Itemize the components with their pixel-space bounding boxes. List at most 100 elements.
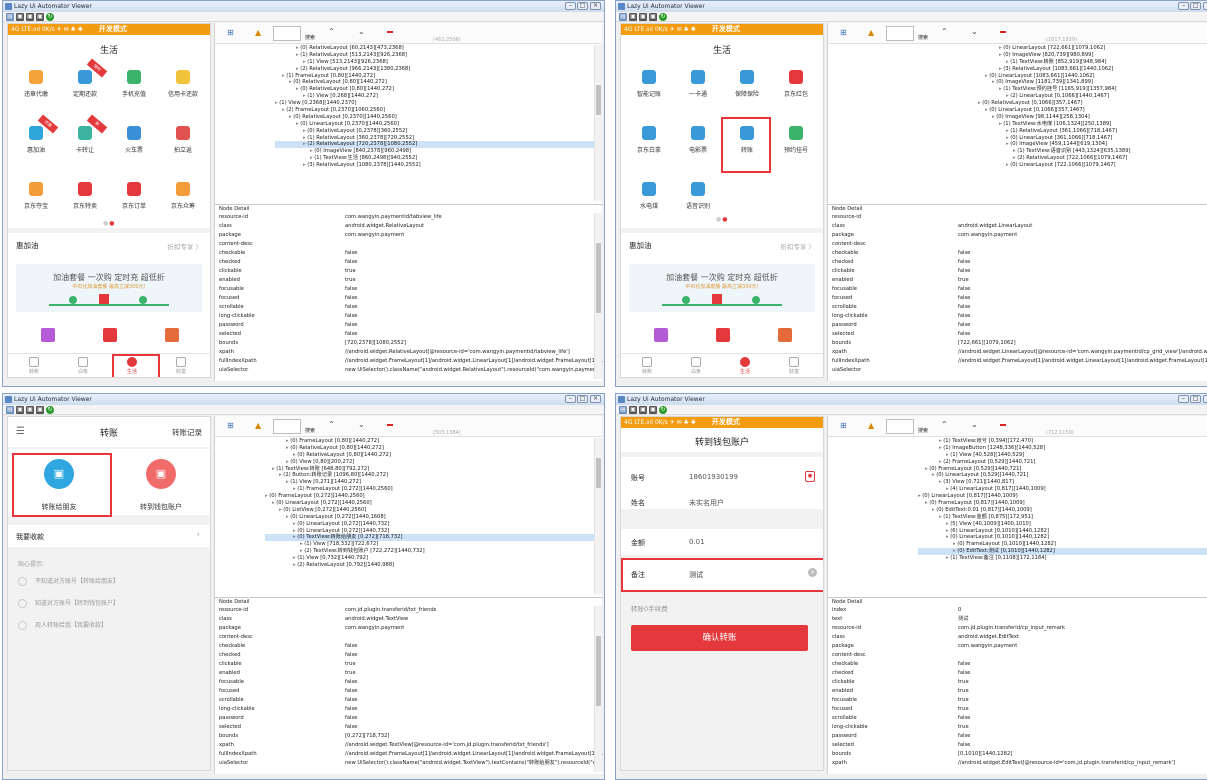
tree-node[interactable]: ▸ (0) LinearLayout [0,272][1440,732] [265, 521, 595, 528]
detail-value[interactable]: false [958, 714, 970, 723]
open-icon[interactable]: ▤ [6, 406, 14, 414]
detail-value[interactable]: android.widget.LinearLayout [958, 222, 1032, 231]
tree-scrollbar[interactable] [594, 438, 602, 594]
nav-item[interactable]: 转账 [14, 357, 54, 375]
open-icon[interactable]: ▤ [619, 406, 627, 414]
warning-icon[interactable]: ▲ [868, 28, 874, 37]
detail-value[interactable]: android.widget.TextView [345, 615, 408, 624]
detail-value[interactable]: [0,1010][1440,1282] [958, 750, 1012, 759]
tree-node[interactable]: ▸ (0) LinearLayout [0,817][1440,1009] [918, 493, 1207, 500]
close-button[interactable]: × [1203, 2, 1207, 10]
detail-value[interactable]: true [958, 723, 969, 732]
promo-packet[interactable] [703, 328, 743, 350]
detail-value[interactable]: true [345, 669, 356, 678]
up-icon[interactable]: ⌃ [328, 27, 335, 36]
tree-node[interactable]: ▸ (1) View [0,2368][1440,2370] [275, 100, 595, 107]
tree-node[interactable]: ▸ (0) LinearLayout [722,1066][1079,1467] [978, 162, 1207, 169]
device-icon[interactable]: ▣ [639, 13, 647, 21]
screenshot-icon[interactable]: ▣ [16, 406, 24, 414]
wallet-transfer-button[interactable]: ▣ 转到钱包账户 [110, 449, 210, 515]
detail-value[interactable]: com.wangyin.payment [345, 624, 404, 633]
detail-value[interactable]: false [958, 732, 970, 741]
nav-item[interactable]: 生活 [725, 357, 765, 375]
tree-node[interactable]: ▸ (1) View [0,271][1440,272] [265, 479, 595, 486]
tree-node[interactable]: ▸ (1) TextView:语音识别 [443,1324][635,1389] [978, 148, 1207, 155]
tree-node[interactable]: ▸ (0) RelativeLayout [0,80][1440,272] [275, 86, 595, 93]
detail-value[interactable]: false [345, 312, 357, 321]
detail-value[interactable]: false [345, 678, 357, 687]
detail-value[interactable]: //android.widget.TextView[@resource-id='… [345, 741, 549, 750]
tree-node[interactable]: ▸ (0) View [0,80][200,272] [265, 459, 595, 466]
device-icon[interactable]: ▣ [639, 406, 647, 414]
search-input[interactable] [886, 419, 914, 434]
detail-value[interactable]: false [345, 249, 357, 258]
promo-bag[interactable] [765, 328, 805, 350]
tree-node[interactable]: ▸ (2) RelativeLayout [0,792][1440,988] [265, 562, 595, 569]
tree-node[interactable]: ▸ (4) LinearLayout [0,817][1440,1009] [918, 486, 1207, 493]
tree-node[interactable]: ▸ (1) TextView:备注 [0,1108][172,1184] [918, 555, 1207, 562]
detail-value[interactable]: com.wangyin.payment [958, 642, 1017, 651]
detail-value[interactable]: false [345, 687, 357, 696]
detail-value[interactable]: //android.widget.LinearLayout[@resource-… [958, 348, 1207, 357]
tree-node[interactable]: ▸ (2) RelativeLayout [722,1066][1079,146… [978, 155, 1207, 162]
detail-value[interactable]: com.jd.plugin.transferid/cp_input_remark [958, 624, 1065, 633]
tree-node[interactable]: ▸ (1) FrameLayout [0,80][1440,272] [275, 73, 595, 80]
maximize-button[interactable]: □ [1190, 2, 1201, 10]
detail-value[interactable]: true [345, 660, 356, 669]
tree-node[interactable]: ▸ (0) FrameLayout [0,272][1440,2560] [265, 493, 595, 500]
tree-node[interactable]: ▸ (0) EditText:0.01 [0,817][1440,1009] [918, 507, 1207, 514]
detail-value[interactable]: android.widget.RelativeLayout [345, 222, 424, 231]
nav-item[interactable]: 白条 [63, 357, 103, 375]
maximize-button[interactable]: □ [577, 2, 588, 10]
expand-icon[interactable]: ⊞ [227, 28, 234, 37]
detail-value[interactable]: false [345, 705, 357, 714]
detail-value[interactable]: false [345, 321, 357, 330]
detail-value[interactable]: new UiSelector().className("android.widg… [345, 759, 600, 768]
detail-value[interactable]: false [958, 741, 970, 750]
warning-icon[interactable]: ▲ [255, 28, 261, 37]
tree-node[interactable]: ▸ (6) LinearLayout [0,1010][1440,1282] [918, 528, 1207, 535]
detail-value[interactable]: true [345, 276, 356, 285]
detail-value[interactable]: false [958, 669, 970, 678]
promo-bag[interactable] [152, 328, 192, 350]
tree-node[interactable]: ▸ (1) ImageButton [1248,336][1440,528] [918, 445, 1207, 452]
tree-node[interactable]: ▸ (0) RelativeLayout [0,2378][360,2552] [275, 128, 595, 135]
fuel-banner[interactable]: 加油套餐 一次购 定时充 超低折 中石化加油套餐 最高立减300元! [629, 264, 815, 312]
detail-value[interactable]: true [958, 678, 969, 687]
grid-item[interactable]: 智能记账 [625, 64, 673, 120]
search-input[interactable] [273, 26, 301, 41]
detail-value[interactable]: false [958, 249, 970, 258]
confirm-transfer-button[interactable]: 确认转账 [631, 625, 808, 651]
detail-value[interactable]: false [345, 696, 357, 705]
grid-item[interactable]: 京东红包 [772, 64, 820, 120]
expand-icon[interactable]: ⊞ [840, 421, 847, 430]
tree-node[interactable]: ▸ (2) LinearLayout [0,1066][1440,1467] [978, 93, 1207, 100]
refresh-icon[interactable]: ↻ [659, 406, 667, 414]
device-icon[interactable]: ▣ [26, 406, 34, 414]
down-icon[interactable]: ⌄ [358, 27, 365, 36]
grid-item[interactable]: 惠加油 优惠 [12, 114, 60, 176]
tree-node[interactable]: ▸ (0) TextView:转账给朋友 [0,272][718,732] [265, 534, 595, 542]
tree-node[interactable]: ▸ (0) LinearLayout [0,272][1440,1608] [265, 514, 595, 521]
grid-item[interactable]: 电影票 [674, 120, 722, 176]
detail-value[interactable]: com.wangyin.paymentid/tabview_life [345, 213, 442, 222]
up-icon[interactable]: ⌃ [941, 420, 948, 429]
minimize-button[interactable]: – [1178, 2, 1189, 10]
tree-node[interactable]: ▸ (0) LinearLayout [722,661][1079,1062] [978, 45, 1207, 52]
grid-item[interactable]: 违章代缴 [12, 64, 60, 120]
hierarchy-tree[interactable]: ▸ (0) RelativeLayout [60,2143][473,2368]… [215, 45, 595, 200]
grid-item[interactable]: 保障保险 [723, 64, 771, 120]
detail-value[interactable]: //android.widget.EditText[@resource-id='… [958, 759, 1175, 768]
tree-node[interactable]: ▸ (1) TextView:账号 [0,394][172,470] [918, 438, 1207, 445]
detail-value[interactable]: true [958, 687, 969, 696]
minimize-button[interactable]: – [565, 395, 576, 403]
detail-value[interactable]: false [345, 330, 357, 339]
detail-value[interactable]: false [958, 303, 970, 312]
close-button[interactable]: × [1203, 395, 1207, 403]
tree-node[interactable]: ▸ (1) RelativeLayout [513,2143][926,2368… [275, 52, 595, 59]
down-icon[interactable]: ⌄ [971, 27, 978, 36]
tree-node[interactable]: ▸ (0) RelativeLayout [0,2370][1440,2560] [275, 114, 595, 121]
hierarchy-tree[interactable]: ▸ (1) TextView:账号 [0,394][172,470] ▸ (1) … [828, 438, 1207, 593]
device-icon[interactable]: ▣ [26, 13, 34, 21]
tree-node[interactable]: ▸ (0) RelativeLayout [0,1066][357,1467] [978, 100, 1207, 107]
